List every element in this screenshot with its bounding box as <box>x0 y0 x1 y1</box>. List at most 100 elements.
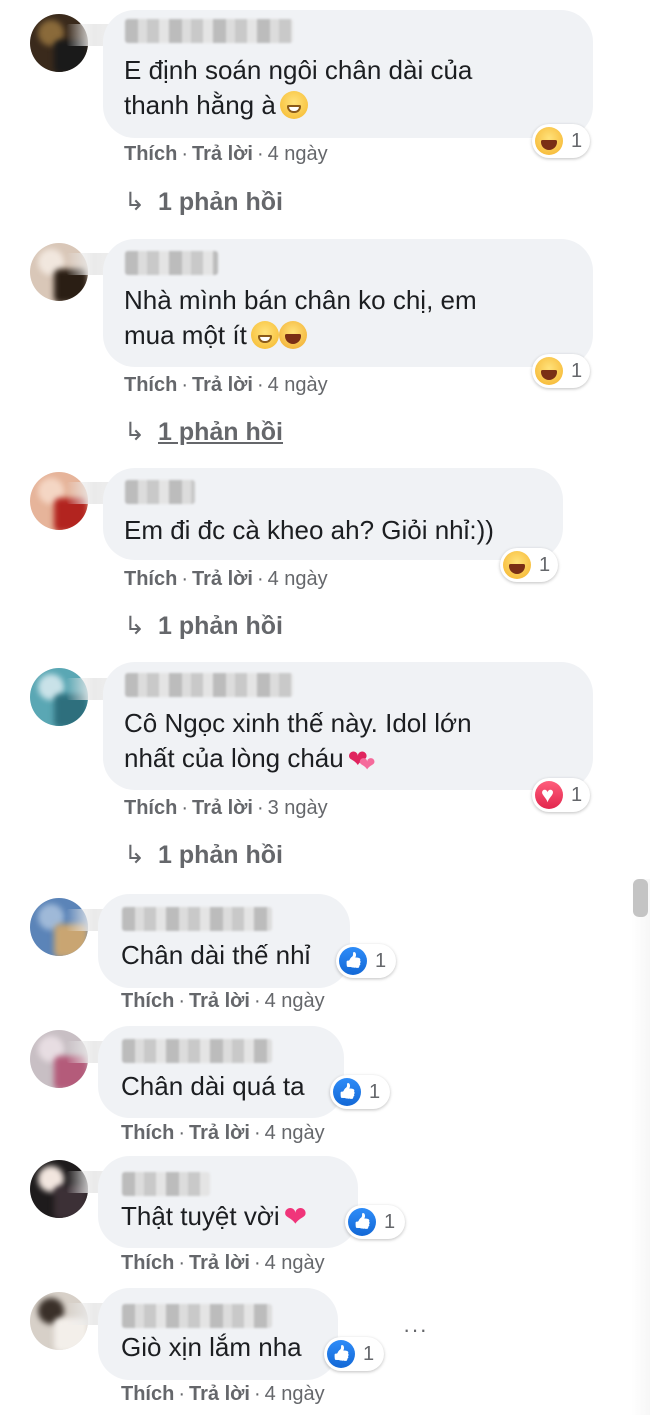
grin-icon <box>279 91 308 119</box>
reaction-summary[interactable]: 1 <box>336 944 396 978</box>
timestamp[interactable]: 4 ngày <box>265 990 325 1012</box>
author-name-blurred[interactable] <box>122 1304 272 1328</box>
comment-text: Cô Ngọc xinh thế này. Idol lớn nhất của … <box>124 706 472 783</box>
comment-text: Chân dài quá ta <box>121 1069 305 1104</box>
reaction-summary[interactable]: 1 <box>532 778 590 812</box>
author-name-blurred[interactable] <box>125 673 293 697</box>
comment-line: nhất của lòng cháu <box>124 743 344 773</box>
comment-text: Nhà mình bán chân ko chị, em mua một ít <box>124 283 477 353</box>
comment-actions: Thích · Trả lời · 4 ngày <box>121 1383 325 1405</box>
comment-line: Thật tuyệt vời <box>121 1201 280 1231</box>
like-link[interactable]: Thích <box>121 1122 174 1144</box>
reaction-summary[interactable]: 1 <box>532 124 590 158</box>
more-options-icon[interactable]: ··· <box>403 1317 428 1343</box>
like-link[interactable]: Thích <box>121 1252 174 1274</box>
comment-line: E định soán ngôi chân dài của <box>124 55 473 85</box>
comment-line: Giò xịn lắm nha <box>121 1332 302 1362</box>
timestamp[interactable]: 3 ngày <box>268 797 328 819</box>
author-name-blurred[interactable] <box>125 251 218 275</box>
timestamp[interactable]: 4 ngày <box>265 1383 325 1405</box>
replies-label: 1 phản hồi <box>158 188 283 216</box>
like-link[interactable]: Thích <box>121 1383 174 1405</box>
comment-actions: Thích · Trả lời · 4 ngày <box>121 1122 325 1144</box>
comment-line: mua một ít <box>124 320 247 350</box>
reaction-count: 1 <box>384 1210 396 1233</box>
timestamp[interactable]: 4 ngày <box>268 374 328 396</box>
comment-text: Chân dài thế nhỉ <box>121 938 310 973</box>
comment-actions: Thích · Trả lời · 4 ngày <box>124 374 328 396</box>
like-link[interactable]: Thích <box>121 990 174 1012</box>
reply-link[interactable]: Trả lời <box>189 990 250 1012</box>
comment-line: Nhà mình bán chân ko chị, em <box>124 285 477 315</box>
comment-line: thanh hằng à <box>124 90 276 120</box>
like-link[interactable]: Thích <box>124 374 177 396</box>
comment-text: Giò xịn lắm nha <box>121 1330 302 1365</box>
reply-link[interactable]: Trả lời <box>189 1122 250 1144</box>
like-icon <box>333 1078 361 1106</box>
like-icon <box>327 1340 355 1368</box>
timestamp[interactable]: 4 ngày <box>265 1122 325 1144</box>
reply-arrow-icon: ↳ <box>124 612 145 640</box>
comment-line: Chân dài quá ta <box>121 1071 305 1101</box>
reply-arrow-icon: ↳ <box>124 418 145 446</box>
reply-link[interactable]: Trả lời <box>189 1252 250 1274</box>
like-link[interactable]: Thích <box>124 568 177 590</box>
reaction-count: 1 <box>571 783 583 806</box>
comment-line: Em đi đc cà kheo ah? Giỏi nhỉ:)) <box>124 515 494 545</box>
haha-icon <box>503 551 531 579</box>
scrollbar-thumb[interactable] <box>633 879 648 917</box>
comment-text: Em đi đc cà kheo ah? Giỏi nhỉ:)) <box>124 513 494 548</box>
reaction-count: 1 <box>539 553 551 576</box>
reply-link[interactable]: Trả lời <box>192 374 253 396</box>
timestamp[interactable]: 4 ngày <box>265 1252 325 1274</box>
view-replies-button[interactable]: ↳ 1 phản hồi <box>124 417 283 447</box>
like-link[interactable]: Thích <box>124 797 177 819</box>
reply-arrow-icon: ↳ <box>124 841 145 869</box>
view-replies-button[interactable]: ↳ 1 phản hồi <box>124 840 283 870</box>
reply-arrow-icon: ↳ <box>124 188 145 216</box>
reaction-summary[interactable]: 1 <box>500 548 558 582</box>
view-replies-button[interactable]: ↳ 1 phản hồi <box>124 611 283 641</box>
reaction-count: 1 <box>369 1080 381 1103</box>
comment-actions: Thích · Trả lời · 4 ngày <box>124 143 328 165</box>
reaction-count: 1 <box>375 949 387 972</box>
comment-line: Chân dài thế nhỉ <box>121 940 311 970</box>
author-name-blurred[interactable] <box>122 907 272 931</box>
reaction-count: 1 <box>363 1342 375 1365</box>
author-name-blurred[interactable] <box>122 1172 210 1196</box>
replies-label: 1 phản hồi <box>158 612 283 640</box>
view-replies-button[interactable]: ↳ 1 phản hồi <box>124 187 283 217</box>
timestamp[interactable]: 4 ngày <box>268 143 328 165</box>
comment-actions: Thích · Trả lời · 4 ngày <box>121 1252 325 1274</box>
replies-label: 1 phản hồi <box>158 418 283 446</box>
like-link[interactable]: Thích <box>124 143 177 165</box>
love-icon <box>535 781 563 809</box>
author-name-blurred[interactable] <box>125 19 293 43</box>
comment-line: Cô Ngọc xinh thế này. Idol lớn <box>124 708 472 738</box>
scrollbar-track <box>631 879 650 1415</box>
two-hearts-icon <box>348 742 378 783</box>
reply-link[interactable]: Trả lời <box>189 1383 250 1405</box>
reaction-summary[interactable]: 1 <box>330 1075 390 1109</box>
author-name-blurred[interactable] <box>125 480 195 504</box>
reaction-summary[interactable]: 1 <box>345 1205 405 1239</box>
replies-label: 1 phản hồi <box>158 841 283 869</box>
reaction-summary[interactable]: 1 <box>324 1337 384 1371</box>
reaction-count: 1 <box>571 359 583 382</box>
reply-link[interactable]: Trả lời <box>192 143 253 165</box>
haha-icon <box>535 127 563 155</box>
timestamp[interactable]: 4 ngày <box>268 568 328 590</box>
sparkling-heart-icon <box>284 1199 312 1234</box>
comment-actions: Thích · Trả lời · 4 ngày <box>124 568 328 590</box>
reaction-summary[interactable]: 1 <box>532 354 590 388</box>
author-name-blurred[interactable] <box>122 1039 272 1063</box>
rofl-icon <box>278 321 307 349</box>
like-icon <box>348 1208 376 1236</box>
reply-link[interactable]: Trả lời <box>192 568 253 590</box>
comment-text: E định soán ngôi chân dài của thanh hằng… <box>124 53 472 123</box>
comment-text: Thật tuyệt vời <box>121 1199 312 1234</box>
like-icon <box>339 947 367 975</box>
reply-link[interactable]: Trả lời <box>192 797 253 819</box>
haha-icon <box>535 357 563 385</box>
comment-actions: Thích · Trả lời · 3 ngày <box>124 797 328 819</box>
